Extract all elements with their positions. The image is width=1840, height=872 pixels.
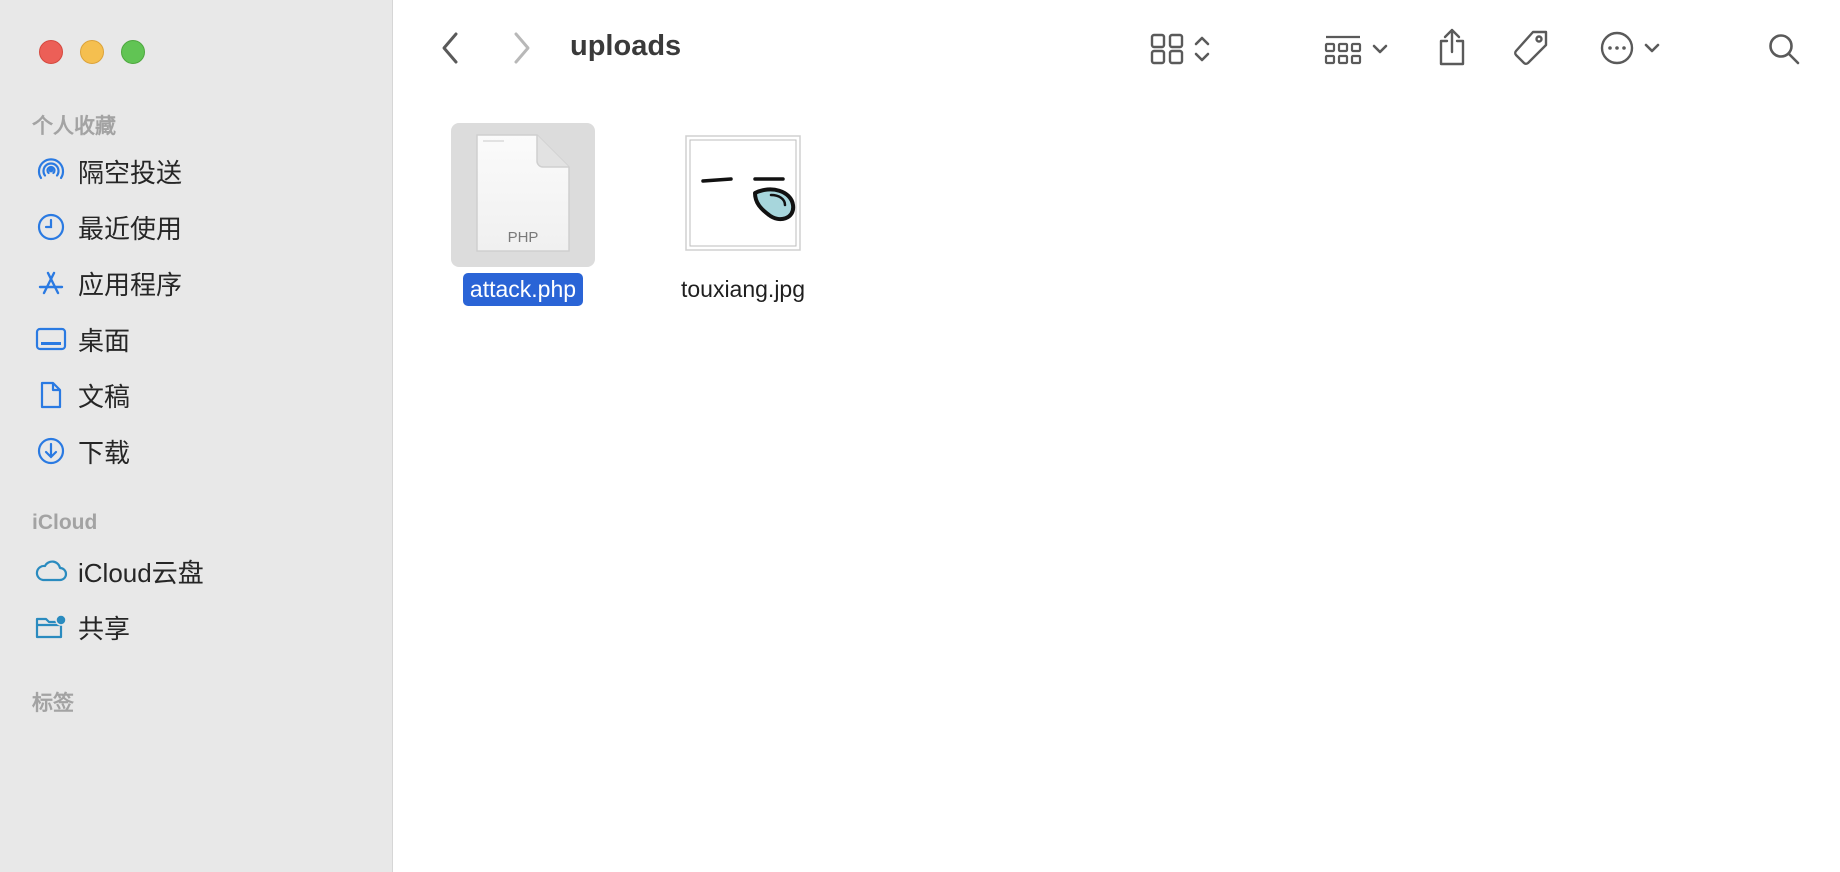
cloud-icon bbox=[32, 552, 70, 590]
php-file-icon: PHP bbox=[474, 132, 572, 259]
zoom-window-button[interactable] bbox=[121, 40, 145, 64]
back-button[interactable] bbox=[432, 28, 468, 72]
sidebar-item-label: 共享 bbox=[78, 613, 131, 644]
sidebar-item-label: 下载 bbox=[78, 437, 131, 468]
sidebar-item-label: 应用程序 bbox=[78, 269, 183, 300]
file-thumbnail bbox=[671, 123, 815, 267]
forward-button[interactable] bbox=[504, 28, 540, 72]
chevron-left-icon bbox=[440, 31, 460, 70]
more-actions-button[interactable] bbox=[1594, 28, 1666, 72]
sidebar-item-label: 隔空投送 bbox=[78, 157, 183, 188]
file-type-label: PHP bbox=[508, 229, 539, 246]
download-icon bbox=[32, 432, 70, 470]
icloud-section-title: iCloud bbox=[32, 511, 98, 534]
sidebar-item-desktop[interactable]: 桌面 bbox=[32, 317, 372, 361]
search-button[interactable] bbox=[1764, 30, 1804, 72]
group-by-button[interactable] bbox=[1318, 30, 1394, 72]
favorites-section-title: 个人收藏 bbox=[32, 115, 116, 138]
sidebar-item-label: 文稿 bbox=[78, 381, 131, 412]
sidebar-item-downloads[interactable]: 下载 bbox=[32, 429, 372, 473]
sidebar: 个人收藏 隔空投送 最近使用 应用程序 桌面 文稿 下载 iCloud iClo… bbox=[0, 0, 393, 872]
document-icon bbox=[32, 376, 70, 414]
shared-folder-icon bbox=[32, 608, 70, 646]
icon-view-grid-icon bbox=[1149, 32, 1185, 71]
folder-title: uploads bbox=[570, 30, 682, 62]
sidebar-item-label: iCloud云盘 bbox=[78, 557, 204, 588]
file-thumbnail: PHP bbox=[451, 123, 595, 267]
chevron-right-icon bbox=[512, 31, 532, 70]
file-name-label[interactable]: attack.php bbox=[462, 273, 584, 306]
share-button[interactable] bbox=[1430, 26, 1474, 72]
applications-icon bbox=[32, 264, 70, 302]
clock-icon bbox=[32, 208, 70, 246]
sidebar-item-documents[interactable]: 文稿 bbox=[32, 373, 372, 417]
group-grid-icon bbox=[1323, 32, 1363, 71]
image-thumbnail-face-icon bbox=[683, 133, 803, 258]
close-window-button[interactable] bbox=[39, 40, 63, 64]
search-icon bbox=[1767, 32, 1801, 71]
sidebar-item-label: 桌面 bbox=[78, 325, 131, 356]
file-item-attack-php[interactable]: PHP attack.php bbox=[433, 123, 613, 306]
sidebar-item-airdrop[interactable]: 隔空投送 bbox=[32, 149, 372, 193]
sidebar-item-recents[interactable]: 最近使用 bbox=[32, 205, 372, 249]
tag-button[interactable] bbox=[1508, 28, 1554, 72]
airdrop-icon bbox=[32, 152, 70, 190]
finder-window: 个人收藏 隔空投送 最近使用 应用程序 桌面 文稿 下载 iCloud iClo… bbox=[0, 0, 1840, 872]
share-icon bbox=[1436, 27, 1468, 72]
chevron-down-icon bbox=[1643, 41, 1661, 59]
ellipsis-circle-icon bbox=[1599, 30, 1635, 71]
up-down-chevron-icon bbox=[1193, 33, 1211, 70]
sidebar-item-label: 最近使用 bbox=[78, 213, 183, 244]
sidebar-item-applications[interactable]: 应用程序 bbox=[32, 261, 372, 305]
chevron-down-icon bbox=[1371, 42, 1389, 60]
tag-icon bbox=[1511, 28, 1551, 73]
file-name-label[interactable]: touxiang.jpg bbox=[674, 273, 812, 306]
sidebar-item-icloud-drive[interactable]: iCloud云盘 bbox=[32, 549, 372, 593]
tags-section-title: 标签 bbox=[32, 692, 74, 715]
file-item-touxiang-jpg[interactable]: touxiang.jpg bbox=[653, 123, 833, 306]
minimize-window-button[interactable] bbox=[80, 40, 104, 64]
desktop-icon bbox=[32, 320, 70, 358]
sidebar-item-shared[interactable]: 共享 bbox=[32, 605, 372, 649]
view-mode-button[interactable] bbox=[1140, 30, 1220, 72]
